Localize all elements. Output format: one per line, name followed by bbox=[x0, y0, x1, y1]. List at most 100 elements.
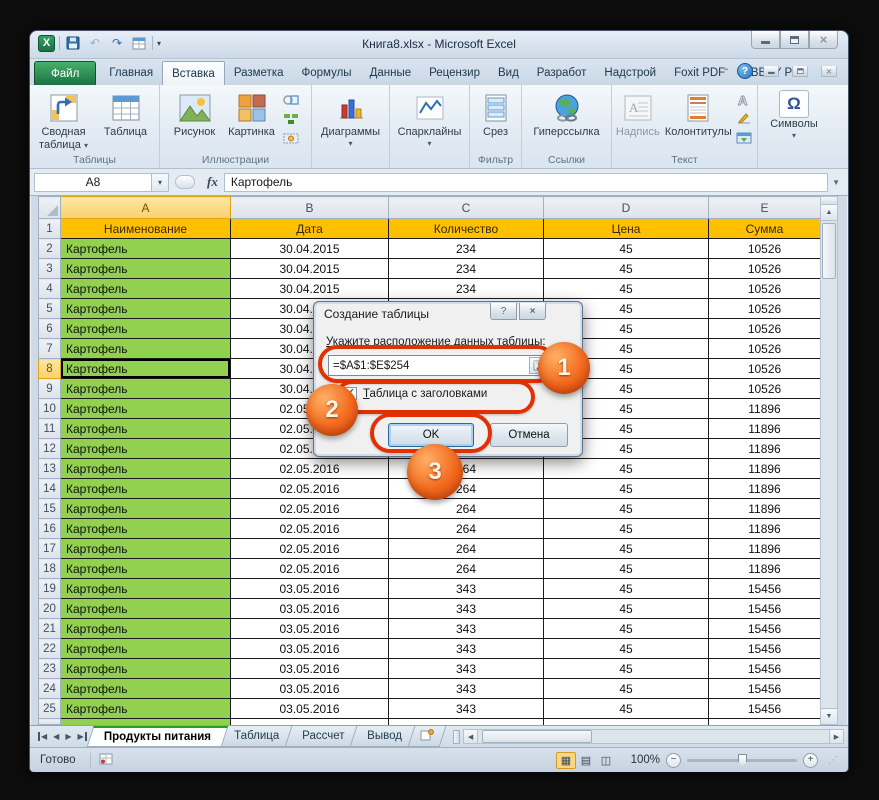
cell-sum[interactable]: 15456 bbox=[709, 639, 821, 659]
cell-date[interactable]: 02.05.2016 bbox=[231, 559, 389, 579]
cell-sum[interactable]: 11896 bbox=[709, 499, 821, 519]
cell-qty[interactable]: 343 bbox=[389, 579, 544, 599]
cell-qty[interactable]: 343 bbox=[389, 659, 544, 679]
wordart-icon[interactable]: A bbox=[735, 92, 752, 107]
cell-date[interactable]: 02.05.2016 bbox=[231, 519, 389, 539]
cell-sum[interactable]: 15456 bbox=[709, 679, 821, 699]
cell-sum[interactable]: 11896 bbox=[709, 479, 821, 499]
tab-insert[interactable]: Вставка bbox=[162, 61, 225, 85]
workbook-minimize-button[interactable] bbox=[763, 66, 779, 77]
cell-date[interactable]: 30.04.2015 bbox=[231, 259, 389, 279]
zoom-slider[interactable] bbox=[687, 759, 797, 762]
cell-name[interactable]: Картофель bbox=[61, 599, 231, 619]
horizontal-scroll-thumb[interactable] bbox=[482, 730, 592, 743]
split-handle[interactable] bbox=[821, 197, 837, 205]
cell-qty[interactable]: 343 bbox=[389, 639, 544, 659]
cell-qty[interactable]: 343 bbox=[389, 619, 544, 639]
cell-name[interactable]: Картофель bbox=[61, 419, 231, 439]
workbook-restore-button[interactable] bbox=[792, 66, 808, 77]
row-header[interactable]: 21 bbox=[39, 619, 61, 639]
cell-name[interactable]: Картофель bbox=[61, 699, 231, 719]
cell-header-sum[interactable]: Сумма bbox=[709, 219, 821, 239]
cell-name[interactable]: Картофель bbox=[61, 639, 231, 659]
cell-name[interactable]: Картофель bbox=[61, 579, 231, 599]
row-header[interactable]: 14 bbox=[39, 479, 61, 499]
cell-name[interactable]: Картофель bbox=[61, 339, 231, 359]
column-header-b[interactable]: B bbox=[231, 197, 389, 219]
clipart-button[interactable]: Картинка bbox=[223, 89, 281, 139]
cell-sum[interactable]: 11896 bbox=[709, 399, 821, 419]
cell-qty[interactable]: 264 bbox=[389, 559, 544, 579]
resize-grip[interactable]: ⋰ bbox=[824, 755, 838, 766]
tab-home[interactable]: Главная bbox=[100, 61, 162, 85]
cell-sum[interactable]: 11896 bbox=[709, 559, 821, 579]
row-header[interactable]: 17 bbox=[39, 539, 61, 559]
cell-name[interactable]: Картофель bbox=[61, 679, 231, 699]
row-header[interactable] bbox=[39, 719, 61, 725]
row-header[interactable]: 15 bbox=[39, 499, 61, 519]
cell-header-price[interactable]: Цена bbox=[544, 219, 709, 239]
charts-button[interactable]: Диаграммы ▾ bbox=[315, 89, 387, 148]
cell-name[interactable]: Картофель bbox=[61, 559, 231, 579]
smartart-icon[interactable] bbox=[283, 111, 300, 126]
cell-header-qty[interactable]: Количество bbox=[389, 219, 544, 239]
cell-price[interactable]: 45 bbox=[544, 499, 709, 519]
row-header[interactable]: 11 bbox=[39, 419, 61, 439]
cell-sum[interactable]: 11896 bbox=[709, 539, 821, 559]
cell-name[interactable]: Картофель bbox=[61, 619, 231, 639]
cell-sum[interactable]: 11896 bbox=[709, 519, 821, 539]
view-page-break-button[interactable]: ◫ bbox=[596, 752, 616, 769]
vertical-scroll-thumb[interactable] bbox=[822, 223, 836, 279]
cell-qty[interactable]: 234 bbox=[389, 279, 544, 299]
row-header[interactable]: 1 bbox=[39, 219, 61, 239]
screenshot-icon[interactable] bbox=[283, 130, 300, 145]
tab-split-handle[interactable] bbox=[453, 730, 460, 744]
cell-qty[interactable]: 264 bbox=[389, 519, 544, 539]
cell-header-date[interactable]: Дата bbox=[231, 219, 389, 239]
cell-qty[interactable]: 264 bbox=[389, 499, 544, 519]
row-header[interactable]: 5 bbox=[39, 299, 61, 319]
cell-date[interactable]: 03.05.2016 bbox=[231, 679, 389, 699]
cell-price[interactable]: 45 bbox=[544, 679, 709, 699]
row-header[interactable]: 23 bbox=[39, 659, 61, 679]
cell-date[interactable]: 03.05.2016 bbox=[231, 699, 389, 719]
cell-qty[interactable]: 343 bbox=[389, 699, 544, 719]
cell-sum[interactable]: 10526 bbox=[709, 359, 821, 379]
dialog-help-button[interactable]: ? bbox=[490, 303, 517, 320]
cell-sum[interactable]: 15456 bbox=[709, 579, 821, 599]
cell-date[interactable]: 03.05.2016 bbox=[231, 659, 389, 679]
tab-formulas[interactable]: Формулы bbox=[293, 61, 361, 85]
cell-price[interactable]: 45 bbox=[544, 539, 709, 559]
tab-addins[interactable]: Надстрой bbox=[595, 61, 665, 85]
row-header[interactable]: 6 bbox=[39, 319, 61, 339]
shapes-icon[interactable] bbox=[283, 92, 300, 107]
row-header[interactable]: 24 bbox=[39, 679, 61, 699]
cell-qty[interactable]: 234 bbox=[389, 239, 544, 259]
name-box-dropdown-icon[interactable]: ▾ bbox=[152, 173, 169, 192]
pivot-table-button[interactable]: Сводная таблица ▾ bbox=[33, 89, 95, 151]
cell-name[interactable]: Картофель bbox=[61, 359, 231, 379]
row-header[interactable]: 25 bbox=[39, 699, 61, 719]
column-header-c[interactable]: C bbox=[389, 197, 544, 219]
tab-review[interactable]: Рецензир bbox=[420, 61, 489, 85]
close-button[interactable]: × bbox=[809, 31, 838, 49]
row-header[interactable]: 2 bbox=[39, 239, 61, 259]
restore-button[interactable] bbox=[780, 31, 809, 49]
cell-sum[interactable]: 11896 bbox=[709, 459, 821, 479]
cell-date[interactable]: 03.05.2016 bbox=[231, 579, 389, 599]
picture-button[interactable]: Рисунок bbox=[167, 89, 223, 139]
cell-name[interactable] bbox=[61, 719, 231, 725]
object-icon[interactable] bbox=[735, 130, 752, 145]
sheet-tab-products[interactable]: Продукты питания bbox=[86, 726, 228, 747]
symbols-button[interactable]: Ω Символы ▾ bbox=[762, 89, 826, 140]
column-header-e[interactable]: E bbox=[709, 197, 821, 219]
cell-name[interactable]: Картофель bbox=[61, 259, 231, 279]
row-header[interactable]: 10 bbox=[39, 399, 61, 419]
cell-price[interactable]: 45 bbox=[544, 639, 709, 659]
cell-name[interactable]: Картофель bbox=[61, 439, 231, 459]
cell-sum[interactable]: 15456 bbox=[709, 659, 821, 679]
sparklines-button[interactable]: Спарклайны ▾ bbox=[392, 89, 468, 148]
cell-name[interactable]: Картофель bbox=[61, 279, 231, 299]
minimize-button[interactable] bbox=[751, 31, 780, 49]
cell-qty[interactable]: 343 bbox=[389, 599, 544, 619]
